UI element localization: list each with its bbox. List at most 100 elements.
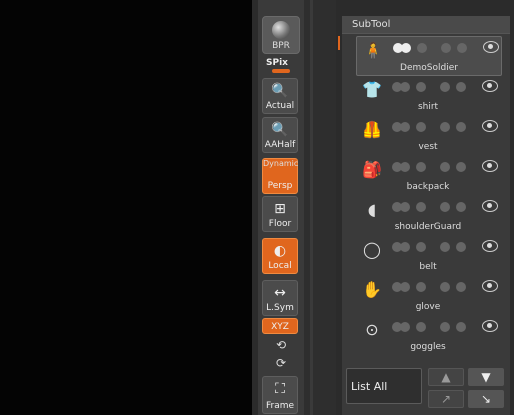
toggle-dot[interactable] xyxy=(400,82,410,92)
move-down-icon[interactable]: ↘ xyxy=(468,390,504,408)
magnifier-icon: 🔍 xyxy=(271,122,289,138)
move-right-icon[interactable]: ↗ xyxy=(428,390,464,408)
toggle-dot[interactable] xyxy=(400,282,410,292)
frame-button[interactable]: ⛶ Frame xyxy=(262,376,298,414)
goggles-icon: ⊙ xyxy=(365,320,379,339)
frame-label: Frame xyxy=(265,401,295,411)
toggle-dot[interactable] xyxy=(456,322,466,332)
right-shelf: BPR SPix 🔍 Actual 🔍 AAHalf Dynamic Persp… xyxy=(258,0,304,415)
subtool-item-label: shirt xyxy=(417,102,439,112)
gutter-line xyxy=(310,0,313,415)
select-down-icon[interactable]: ▼ xyxy=(468,368,504,386)
figure-icon: 🧍 xyxy=(363,41,383,60)
persp-label: Persp xyxy=(267,181,293,191)
toggle-dot[interactable] xyxy=(441,43,451,53)
subtool-item-label: goggles xyxy=(410,342,446,352)
subtool-item-label: vest xyxy=(418,142,438,152)
visibility-eye-icon[interactable] xyxy=(482,200,498,212)
persp-dynamic-label: Dynamic xyxy=(263,159,299,168)
toggle-dot[interactable] xyxy=(457,43,467,53)
toggle-dot[interactable] xyxy=(416,322,426,332)
toggle-dot[interactable] xyxy=(440,242,450,252)
floor-button[interactable]: ⊞ Floor xyxy=(262,196,298,232)
local-rotate-icon: ◐ xyxy=(273,243,287,259)
visibility-eye-icon[interactable] xyxy=(482,240,498,252)
viewport-divider xyxy=(0,0,252,415)
toggle-dot[interactable] xyxy=(456,82,466,92)
toggle-dot[interactable] xyxy=(416,82,426,92)
toggle-dot[interactable] xyxy=(416,202,426,212)
toggle-dot[interactable] xyxy=(440,322,450,332)
bpr-sphere-icon xyxy=(272,21,290,39)
subtool-item-vest[interactable]: 🦺 vest xyxy=(356,116,500,154)
toggle-dot[interactable] xyxy=(440,202,450,212)
local-label: Local xyxy=(268,261,292,271)
glove-icon: ✋ xyxy=(362,280,382,299)
visibility-eye-icon[interactable] xyxy=(482,320,498,332)
toggle-dot[interactable] xyxy=(401,43,411,53)
spix-slider[interactable] xyxy=(272,69,290,73)
symmetry-arrows-icon: ↔ xyxy=(274,285,286,301)
panel-scroll-gutter xyxy=(304,0,336,415)
bpr-button[interactable]: BPR xyxy=(262,16,300,54)
toggle-dot[interactable] xyxy=(456,162,466,172)
visibility-eye-icon[interactable] xyxy=(482,120,498,132)
local-button[interactable]: ◐ Local xyxy=(262,238,298,274)
belt-icon: ◯ xyxy=(363,240,381,259)
toggle-dot[interactable] xyxy=(440,162,450,172)
toggle-dot[interactable] xyxy=(400,202,410,212)
lsym-button[interactable]: ↔ L.Sym xyxy=(262,280,298,316)
toggle-dot[interactable] xyxy=(440,282,450,292)
visibility-eye-icon[interactable] xyxy=(482,280,498,292)
toggle-dot[interactable] xyxy=(416,162,426,172)
list-all-button[interactable]: List All xyxy=(346,368,422,404)
move-up-icon[interactable]: ▲ xyxy=(428,368,464,386)
visibility-eye-icon[interactable] xyxy=(482,160,498,172)
aahalf-button[interactable]: 🔍 AAHalf xyxy=(262,117,298,153)
bpr-label: BPR xyxy=(272,41,290,51)
visibility-eye-icon[interactable] xyxy=(482,80,498,92)
subtool-item-label: DemoSoldier xyxy=(400,63,458,73)
toggle-dot[interactable] xyxy=(440,82,450,92)
toggle-dot[interactable] xyxy=(456,282,466,292)
toggle-dot[interactable] xyxy=(456,122,466,132)
actual-button[interactable]: 🔍 Actual xyxy=(262,78,298,114)
subtool-item-label: backpack xyxy=(406,182,450,192)
xyz-button[interactable]: XYZ xyxy=(262,318,298,334)
persp-button[interactable]: Dynamic Persp xyxy=(262,158,298,194)
subtool-item-label: belt xyxy=(419,262,437,272)
rotate-y-icon[interactable]: ⟲ xyxy=(258,338,304,352)
subtool-item-demosoldier[interactable]: 🧍 DemoSoldier xyxy=(356,36,502,76)
subtool-item-label: glove xyxy=(415,302,441,312)
subtool-panel: SubTool 🧍 DemoSoldier 👕 shirt 🦺 vest 🎒 b… xyxy=(338,16,510,415)
rotate-z-icon[interactable]: ⟳ xyxy=(258,356,304,370)
toggle-dot[interactable] xyxy=(456,242,466,252)
subtool-item-label: shoulderGuard xyxy=(394,222,462,232)
floor-label: Floor xyxy=(268,219,292,229)
subtool-item-glove[interactable]: ✋ glove xyxy=(356,276,500,314)
subtool-nav-arrows: ▲ ▼ ↗ ↘ xyxy=(428,368,506,408)
subtool-title[interactable]: SubTool xyxy=(342,16,510,34)
toggle-dot[interactable] xyxy=(416,122,426,132)
vest-icon: 🦺 xyxy=(362,120,382,139)
toggle-dot[interactable] xyxy=(400,162,410,172)
subtool-item-goggles[interactable]: ⊙ goggles xyxy=(356,316,500,354)
shirt-icon: 👕 xyxy=(362,80,382,99)
toggle-dot[interactable] xyxy=(400,242,410,252)
subtool-item-belt[interactable]: ◯ belt xyxy=(356,236,500,274)
toggle-dot[interactable] xyxy=(416,282,426,292)
spix-label: SPix xyxy=(266,58,288,68)
subtool-item-shirt[interactable]: 👕 shirt xyxy=(356,76,500,114)
actual-label: Actual xyxy=(265,101,295,111)
toggle-dot[interactable] xyxy=(417,43,427,53)
subtool-item-shoulderguard[interactable]: ◖ shoulderGuard xyxy=(356,196,500,234)
visibility-eye-icon[interactable] xyxy=(483,41,499,53)
grid-floor-icon: ⊞ xyxy=(274,201,286,217)
backpack-icon: 🎒 xyxy=(362,160,382,179)
toggle-dot[interactable] xyxy=(440,122,450,132)
toggle-dot[interactable] xyxy=(400,322,410,332)
toggle-dot[interactable] xyxy=(416,242,426,252)
toggle-dot[interactable] xyxy=(456,202,466,212)
subtool-item-backpack[interactable]: 🎒 backpack xyxy=(356,156,500,194)
toggle-dot[interactable] xyxy=(400,122,410,132)
